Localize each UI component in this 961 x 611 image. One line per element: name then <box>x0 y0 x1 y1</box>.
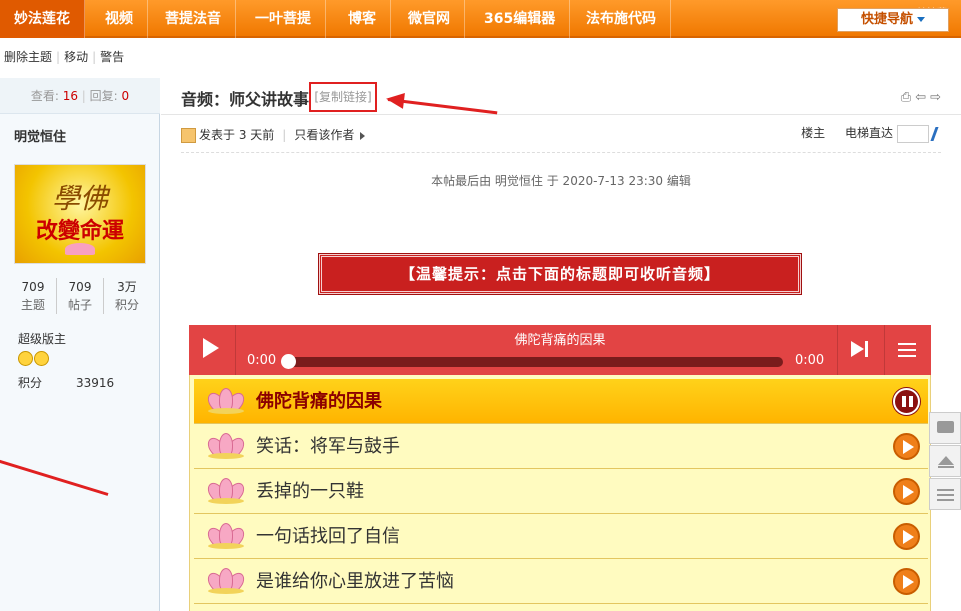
playlist: 佛陀背痛的因果 笑话：将军与鼓手 丢掉的一只鞋 一句话找回了自信 是谁给你心里放… <box>189 375 931 611</box>
stat-credits[interactable]: 3万 积分 <box>104 278 150 314</box>
chevron-down-icon <box>917 17 925 22</box>
playlist-item[interactable]: 是谁给你心里放进了苦恼 <box>194 559 928 604</box>
now-playing-title: 佛陀背痛的因果 <box>514 333 606 348</box>
edit-note: 本帖最后由 明觉恒住 于 2020-7-13 23:30 编辑 <box>431 174 691 188</box>
playlist-item[interactable]: 一句话找回了自信 <box>194 514 928 559</box>
audio-player: 佛陀背痛的因果 0:00 0:00 <box>189 325 931 375</box>
play-icon[interactable] <box>893 568 920 595</box>
replies-label: 回复: <box>89 89 118 103</box>
warn-link[interactable]: 警告 <box>96 50 128 64</box>
delete-topic-link[interactable]: 删除主题 <box>0 50 56 64</box>
divider <box>161 114 961 115</box>
total-time: 0:00 <box>795 353 825 368</box>
list-icon[interactable] <box>929 478 961 510</box>
nav-item-dharma-audio[interactable]: 菩提法音 <box>151 0 236 38</box>
quick-nav-label: 快捷导航 <box>860 12 913 27</box>
nav-item-365-editor[interactable]: 365编辑器 <box>470 0 571 38</box>
caret-right-icon <box>360 131 366 140</box>
lotus-icon <box>65 243 95 255</box>
stat-topics[interactable]: 709 主题 <box>10 278 57 314</box>
lotus-icon <box>204 478 248 505</box>
go-icon[interactable] <box>930 126 946 141</box>
post-tools: ⎙ ⇦ ⇨ <box>897 90 941 105</box>
smiley-icon <box>18 350 33 366</box>
reply-icon[interactable] <box>929 412 961 444</box>
next-track-icon[interactable] <box>851 341 871 357</box>
views-count: 16 <box>62 89 78 103</box>
play-icon[interactable] <box>893 523 920 550</box>
views-label: 查看: <box>30 89 59 103</box>
moderator-actions: 删除主题 | 移动 | 警告 <box>0 44 128 70</box>
divider <box>181 152 941 153</box>
pause-icon[interactable] <box>893 388 920 415</box>
stat-posts[interactable]: 709 帖子 <box>57 278 104 314</box>
nav-item-micro-site[interactable]: 微官网 <box>394 0 465 38</box>
play-icon[interactable] <box>893 478 920 505</box>
credit-value: 33916 <box>76 376 115 390</box>
jump-label: 电梯直达 <box>844 126 893 140</box>
nav-item-home[interactable]: 妙法莲花 <box>0 0 85 38</box>
floor-label: 楼主 <box>801 126 826 140</box>
posted-time: 发表于 3 天前 <box>199 128 275 142</box>
progress-handle[interactable] <box>281 354 296 369</box>
author-stats: 709 主题 709 帖子 3万 积分 <box>10 278 150 314</box>
credit-row: 积分 33916 <box>18 374 148 391</box>
avatar[interactable]: 學佛 改變命運 <box>14 164 146 264</box>
floating-tools <box>929 412 961 511</box>
post-meta: 发表于 3 天前 | 只看该作者 <box>181 126 366 143</box>
smiley-icon <box>34 350 49 366</box>
lotus-icon <box>204 568 248 595</box>
floor-jump-input[interactable] <box>897 124 929 143</box>
print-icon[interactable]: ⎙ <box>901 90 911 105</box>
top-navigation: 妙法莲花 视频 菩提法音 一叶菩提 博客 微官网 365编辑器 法布施代码 @妙… <box>0 0 961 38</box>
quick-nav-button[interactable]: 快捷导航 <box>837 8 949 32</box>
credit-label: 积分 <box>18 376 43 390</box>
page-title: 音频：师父讲故事 <box>181 90 310 109</box>
track-title: 笑话：将军与鼓手 <box>256 436 400 457</box>
track-title: 丢掉的一只鞋 <box>256 481 364 502</box>
lotus-icon <box>204 433 248 460</box>
playlist-menu-icon[interactable] <box>898 343 916 357</box>
track-title: 一句话找回了自信 <box>256 526 400 547</box>
move-link[interactable]: 移动 <box>60 50 92 64</box>
next-thread-icon[interactable]: ⇨ <box>930 90 941 105</box>
prev-thread-icon[interactable]: ⇦ <box>915 90 926 105</box>
back-to-top-icon[interactable] <box>929 445 961 477</box>
copy-link-button[interactable]: [复制链接] <box>309 82 377 112</box>
post-main: 音频：师父讲故事 [复制链接] ⎙ ⇦ ⇨ 发表于 3 天前 | 只看该作者 楼主 电梯… <box>161 78 961 611</box>
tip-banner: 【温馨提示：点击下面的标题即可收听音频】 <box>318 253 802 295</box>
play-icon[interactable] <box>893 433 920 460</box>
lotus-icon <box>204 388 248 415</box>
track-title: 佛陀背痛的因果 <box>256 391 382 412</box>
playlist-item[interactable]: 丢掉的一只鞋 <box>194 469 928 514</box>
nav-item-video[interactable]: 视频 <box>91 0 148 38</box>
user-role: 超级版主 <box>18 332 67 346</box>
author-username[interactable]: 明觉恒住 <box>14 126 66 145</box>
author-sidebar: 查看: 16 | 回复: 0 明觉恒住 學佛 改變命運 709 主题 709 帖… <box>0 78 160 611</box>
replies-count: 0 <box>121 89 130 103</box>
only-author-link[interactable]: 只看该作者 <box>294 128 354 142</box>
playlist-item[interactable]: 佛陀背痛的因果 <box>194 379 928 424</box>
avatar-text-top: 學佛 <box>51 182 108 215</box>
lotus-icon <box>204 523 248 550</box>
floor-controls: 楼主 电梯直达 <box>801 124 946 143</box>
avatar-text-bottom: 改變命運 <box>35 218 124 244</box>
nav-item-bodhi-leaf[interactable]: 一叶菩提 <box>241 0 326 38</box>
rank-icons <box>18 350 50 366</box>
author-icon <box>181 128 196 143</box>
thread-stats: 查看: 16 | 回复: 0 <box>0 78 160 114</box>
track-title: 是谁给你心里放进了苦恼 <box>256 571 454 592</box>
progress-slider[interactable] <box>281 354 783 369</box>
playlist-item[interactable]: 笑话：将军与鼓手 <box>194 424 928 469</box>
current-time: 0:00 <box>247 353 277 368</box>
nav-item-code[interactable]: 法布施代码 <box>572 0 671 38</box>
nav-item-blog[interactable]: 博客 <box>334 0 391 38</box>
